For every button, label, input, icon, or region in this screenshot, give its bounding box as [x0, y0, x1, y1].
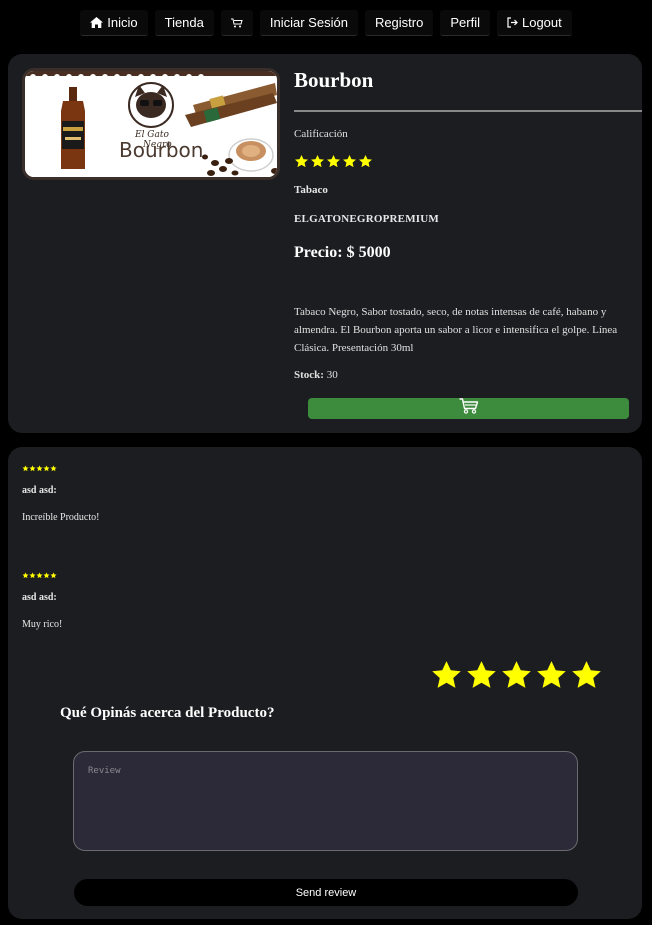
product-rating-stars — [294, 154, 373, 174]
cart-icon — [459, 398, 479, 419]
review-author: asd asd: — [22, 485, 57, 496]
nav-iniciar-sesion-label: Iniciar Sesión — [269, 15, 348, 30]
star-icon — [358, 154, 373, 174]
rating-star-icon[interactable] — [430, 659, 463, 697]
nav-cart[interactable] — [220, 10, 253, 36]
stock-label: Stock: — [294, 369, 324, 381]
star-icon — [43, 566, 50, 579]
cart-icon — [230, 18, 243, 28]
review-item: asd asd: Muy rico! — [22, 566, 62, 630]
title-divider — [294, 110, 642, 112]
nav-inicio[interactable]: Inicio — [80, 10, 148, 36]
logout-icon — [507, 17, 518, 28]
product-description: Tabaco Negro, Sabor tostado, seco, de no… — [294, 306, 618, 354]
review-textarea[interactable] — [73, 751, 578, 851]
add-to-cart-button[interactable] — [308, 398, 629, 419]
star-icon — [326, 154, 341, 174]
product-title: Bourbon — [294, 68, 374, 92]
nav-perfil-label: Perfil — [450, 15, 480, 30]
review-form-title: Qué Opinás acerca del Producto? — [60, 705, 275, 721]
product-card: El Gato Negro Bourbon Bourbon Calificaci… — [8, 54, 642, 433]
star-icon — [36, 566, 43, 579]
star-icon — [22, 566, 29, 579]
nav-registro-label: Registro — [374, 15, 424, 30]
review-item: asd asd: Increíble Producto! — [22, 459, 99, 523]
review-rating-stars — [22, 566, 62, 579]
star-icon — [36, 459, 43, 472]
review-text: Muy rico! — [22, 619, 63, 630]
star-icon — [29, 566, 36, 579]
star-icon — [294, 154, 309, 174]
nav-perfil[interactable]: Perfil — [440, 10, 490, 36]
nav-tienda[interactable]: Tienda — [154, 10, 214, 36]
product-price: Precio: $ 5000 — [294, 244, 391, 261]
product-stock: Stock: 30 — [294, 369, 338, 381]
star-icon — [22, 459, 29, 472]
review-text: Increíble Producto! — [22, 512, 100, 523]
nav-registro[interactable]: Registro — [364, 10, 434, 36]
rating-star-icon[interactable] — [535, 659, 568, 697]
review-author: asd asd: — [22, 592, 57, 603]
rating-star-icon[interactable] — [570, 659, 603, 697]
rating-star-icon[interactable] — [500, 659, 533, 697]
star-icon — [29, 459, 36, 472]
review-form-rating[interactable] — [430, 659, 603, 697]
product-image: El Gato Negro Bourbon — [22, 68, 280, 180]
star-icon — [50, 566, 57, 579]
nav-tienda-label: Tienda — [164, 15, 204, 30]
reviews-card: asd asd: Increíble Producto! asd asd: Mu… — [8, 447, 642, 919]
rating-star-icon[interactable] — [465, 659, 498, 697]
star-icon — [310, 154, 325, 174]
star-icon — [50, 459, 57, 472]
nav-inicio-label: Inicio — [107, 15, 138, 30]
top-nav: Inicio Tienda Iniciar Sesión Registro Pe… — [0, 10, 652, 38]
nav-logout[interactable]: Logout — [496, 10, 572, 36]
send-review-button[interactable]: Send review — [74, 879, 578, 906]
rating-label: Calificación — [294, 128, 348, 140]
product-brand: ELGATONEGROPREMIUM — [294, 213, 439, 225]
star-icon — [342, 154, 357, 174]
svg-text:Bourbon: Bourbon — [119, 138, 203, 162]
nav-iniciar-sesion[interactable]: Iniciar Sesión — [259, 10, 358, 36]
nav-logout-label: Logout — [521, 15, 562, 30]
stock-value: 30 — [326, 369, 338, 381]
review-rating-stars — [22, 459, 99, 472]
product-category: Tabaco — [294, 184, 328, 196]
home-icon — [90, 17, 104, 28]
star-icon — [43, 459, 50, 472]
